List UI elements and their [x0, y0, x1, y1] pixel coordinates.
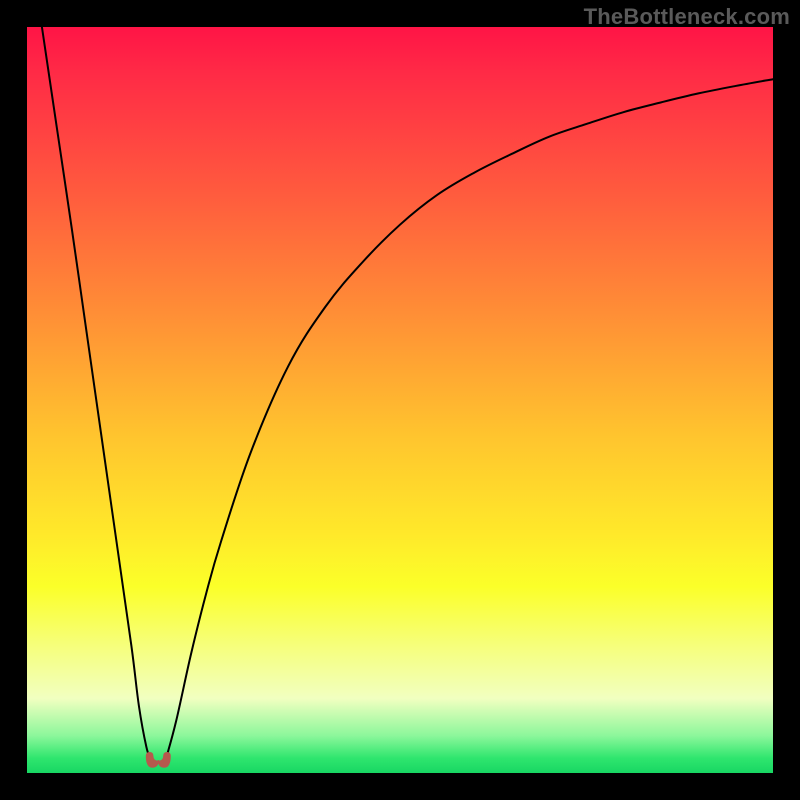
chart-plot-area — [27, 27, 773, 773]
outer-frame: TheBottleneck.com — [0, 0, 800, 800]
curve-right-branch — [166, 79, 773, 759]
curve-left-branch — [42, 27, 151, 760]
minimum-marker — [146, 753, 170, 768]
bottleneck-curve — [27, 27, 773, 773]
